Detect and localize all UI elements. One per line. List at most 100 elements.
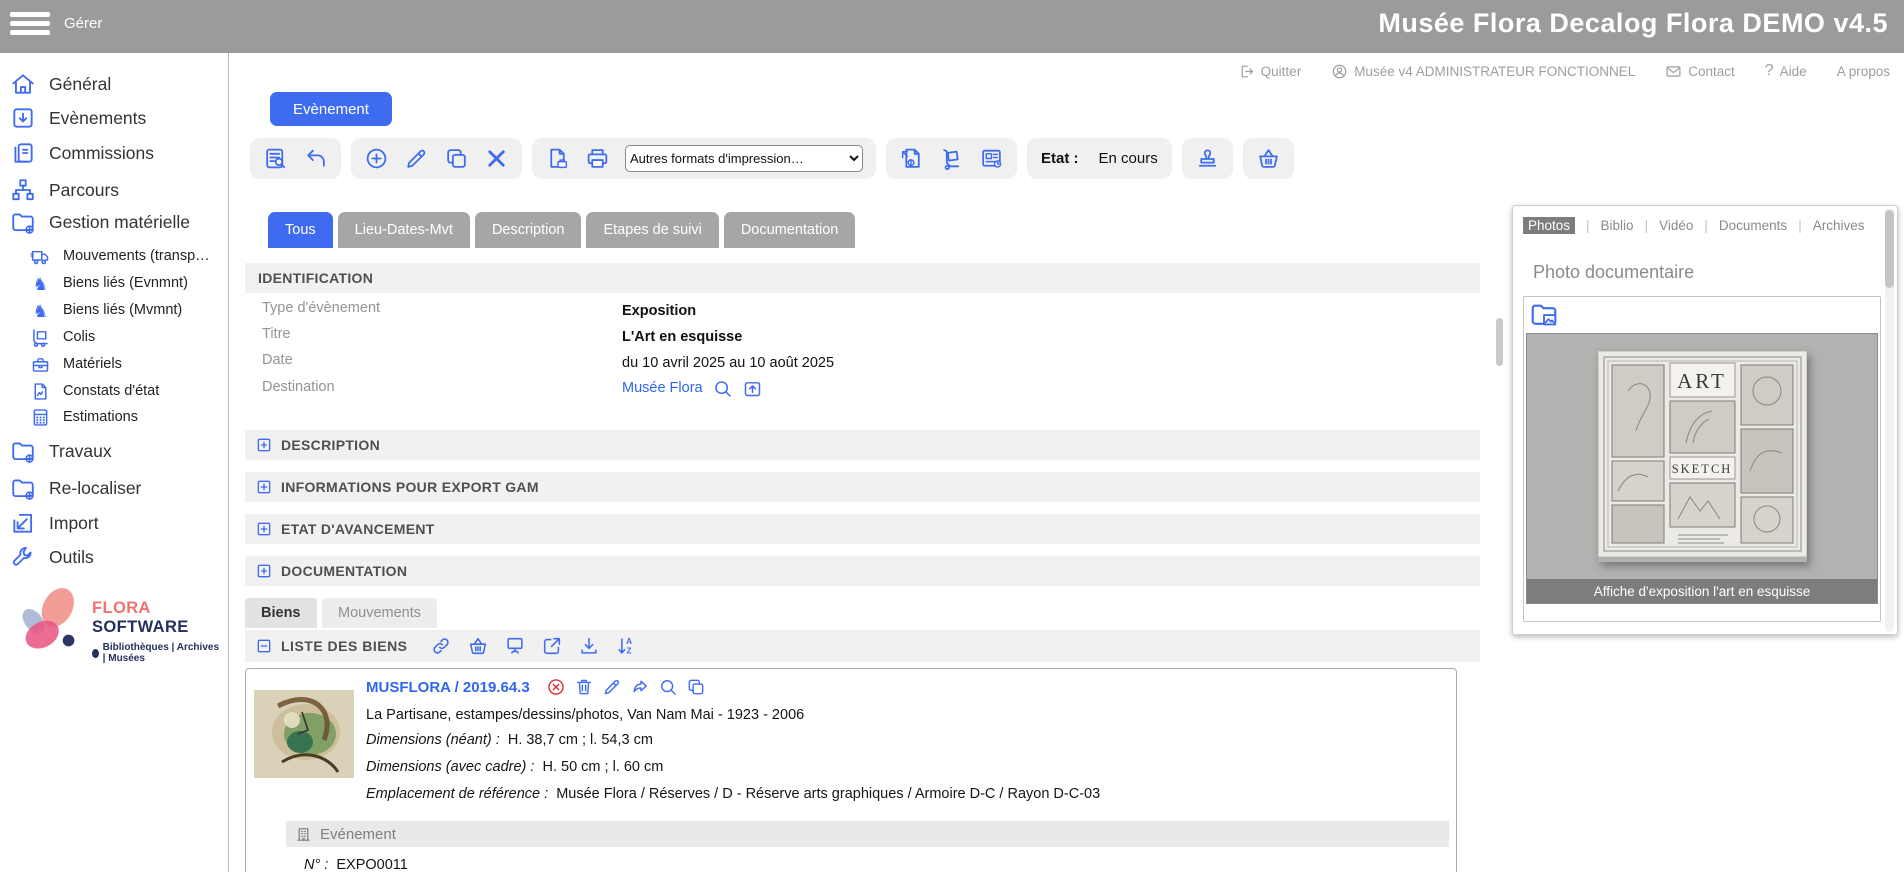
trolley-move-icon[interactable]	[939, 146, 964, 171]
list-actions	[430, 635, 637, 657]
link-icon[interactable]	[430, 635, 452, 657]
remove-icon[interactable]	[546, 677, 566, 697]
toolbar-group-stamp	[1182, 138, 1233, 179]
list-search-icon[interactable]	[263, 146, 288, 171]
destination-link[interactable]: Musée Flora	[622, 380, 703, 396]
printer-icon[interactable]	[585, 146, 610, 171]
artwork-image	[254, 682, 354, 786]
media-panel: Photos| Biblio| Vidéo| Documents| Archiv…	[1512, 205, 1898, 635]
sidebar-item-mouvements[interactable]: Mouvements (transp…	[30, 243, 210, 269]
list-tab-mouvements[interactable]: Mouvements	[322, 598, 437, 628]
tab-tous[interactable]: Tous	[268, 212, 333, 248]
sidebar-item-colis[interactable]: Colis	[30, 324, 95, 350]
basket-icon[interactable]	[467, 635, 489, 657]
sort-az-icon[interactable]	[615, 635, 637, 657]
about-link[interactable]: A propos	[1837, 64, 1890, 79]
section-etat-avancement[interactable]: ETAT D'AVANCEMENT	[245, 514, 1480, 544]
tab-etapes-de-suivi[interactable]: Etapes de suivi	[586, 212, 718, 248]
sidebar-item-relocaliser[interactable]: Re-localiser	[10, 473, 141, 503]
exit-icon	[1238, 63, 1255, 80]
sidebar-item-evenements[interactable]: Evènements	[10, 103, 146, 133]
media-tab-archives[interactable]: Archives	[1813, 218, 1865, 233]
edit-icon[interactable]	[602, 677, 622, 697]
media-heading: Photo documentaire	[1533, 262, 1694, 283]
document-icon	[30, 381, 51, 402]
sidebar-item-travaux[interactable]: Travaux	[10, 436, 112, 466]
quit-link[interactable]: Quitter	[1238, 63, 1302, 80]
external-link-icon[interactable]	[541, 635, 563, 657]
contact-link[interactable]: Contact	[1665, 63, 1735, 80]
sidebar-item-gestion-materielle[interactable]: Gestion matérielle	[10, 207, 190, 237]
entity-evenement-button[interactable]: Evènement	[270, 92, 392, 126]
sidebar-item-commissions[interactable]: Commissions	[10, 138, 154, 168]
menu-label[interactable]: Gérer	[64, 15, 102, 32]
calculator-icon	[30, 407, 51, 428]
media-tab-biblio[interactable]: Biblio	[1601, 218, 1634, 233]
media-tab-video[interactable]: Vidéo	[1659, 218, 1693, 233]
sidebar-item-import[interactable]: Import	[10, 508, 99, 538]
identification-header: IDENTIFICATION	[245, 263, 1480, 293]
add-icon[interactable]	[364, 146, 389, 171]
print-format-select[interactable]: Autres formats d'impression…	[625, 145, 863, 172]
undo-icon[interactable]	[303, 146, 328, 171]
sidebar-item-estimations[interactable]: Estimations	[30, 404, 138, 430]
folder-image-icon[interactable]	[1529, 300, 1559, 330]
section-documentation[interactable]: DOCUMENTATION	[245, 556, 1480, 586]
section-export-gam[interactable]: INFORMATIONS POUR EXPORT GAM	[245, 472, 1480, 502]
media-tab-documents[interactable]: Documents	[1719, 218, 1787, 233]
search-icon[interactable]	[658, 677, 678, 697]
tab-documentation[interactable]: Documentation	[724, 212, 856, 248]
section-description[interactable]: DESCRIPTION	[245, 430, 1480, 460]
share-icon[interactable]	[630, 677, 650, 697]
basket-icon[interactable]	[1256, 146, 1281, 171]
list-tab-biens[interactable]: Biens	[245, 598, 317, 628]
file-attach-icon[interactable]	[899, 146, 924, 171]
wrench-icon	[10, 544, 36, 570]
trash-icon[interactable]	[574, 677, 594, 697]
sidebar-item-biens-lies-mvmnt[interactable]: Biens liés (Mvmnt)	[30, 297, 182, 323]
sidebar-item-outils[interactable]: Outils	[10, 542, 94, 572]
record-reference-link[interactable]: MUSFLORA / 2019.64.3	[366, 679, 530, 696]
user-icon	[1331, 63, 1348, 80]
panel-resize-handle[interactable]	[1496, 318, 1503, 366]
collapse-icon[interactable]	[256, 638, 272, 654]
copy-icon[interactable]	[444, 146, 469, 171]
download-icon[interactable]	[578, 635, 600, 657]
sidebar-item-biens-lies-evnmnt[interactable]: Biens liés (Evnmnt)	[30, 270, 188, 296]
screen-user-icon[interactable]	[504, 635, 526, 657]
documentary-photo[interactable]: ART SKETCH	[1527, 334, 1877, 579]
media-scrollbar-thumb[interactable]	[1885, 210, 1894, 288]
sidebar-item-materiels[interactable]: Matériels	[30, 351, 122, 377]
toolbox-icon	[30, 354, 51, 375]
toolbar-group-nav	[250, 138, 341, 179]
stamp-icon[interactable]	[1195, 146, 1220, 171]
help-link[interactable]: ?Aide	[1765, 62, 1807, 80]
sidebar-item-constats[interactable]: Constats d'état	[30, 378, 159, 404]
sidebar-item-general[interactable]: Général	[10, 69, 111, 99]
sidebar-item-parcours[interactable]: Parcours	[10, 175, 119, 205]
app-window: Gérer Musée Flora Decalog Flora DEMO v4.…	[0, 0, 1904, 872]
hamburger-menu-icon[interactable]	[10, 12, 50, 41]
duplicate-icon[interactable]	[686, 677, 706, 697]
record-dimensions-2: Dimensions (avec cadre) : H. 50 cm ; l. …	[366, 759, 663, 775]
building-icon	[295, 826, 312, 843]
delete-icon[interactable]	[484, 146, 509, 171]
artwork-thumbnail[interactable]	[252, 675, 356, 793]
current-user[interactable]: Musée v4 ADMINISTRATEUR FONCTIONNEL	[1331, 63, 1635, 80]
top-bar: Gérer Musée Flora Decalog Flora DEMO v4.…	[0, 0, 1904, 53]
media-tab-photos[interactable]: Photos	[1523, 217, 1575, 234]
expand-icon	[256, 479, 272, 495]
field-label: Destination	[262, 379, 335, 401]
edit-icon[interactable]	[404, 146, 429, 171]
open-record-icon[interactable]	[742, 378, 763, 399]
tab-description[interactable]: Description	[475, 212, 582, 248]
report-icon[interactable]	[979, 146, 1004, 171]
toolbar-group-print: Autres formats d'impression…	[532, 138, 876, 179]
mail-icon	[1665, 63, 1682, 80]
exhibition-poster: ART SKETCH	[1598, 351, 1807, 562]
media-scrollbar-track[interactable]	[1885, 208, 1894, 632]
print-file-icon[interactable]	[545, 146, 570, 171]
tab-lieu-dates-mvt[interactable]: Lieu-Dates-Mvt	[338, 212, 470, 248]
search-icon[interactable]	[712, 378, 733, 399]
toolbar-group-export	[886, 138, 1017, 179]
